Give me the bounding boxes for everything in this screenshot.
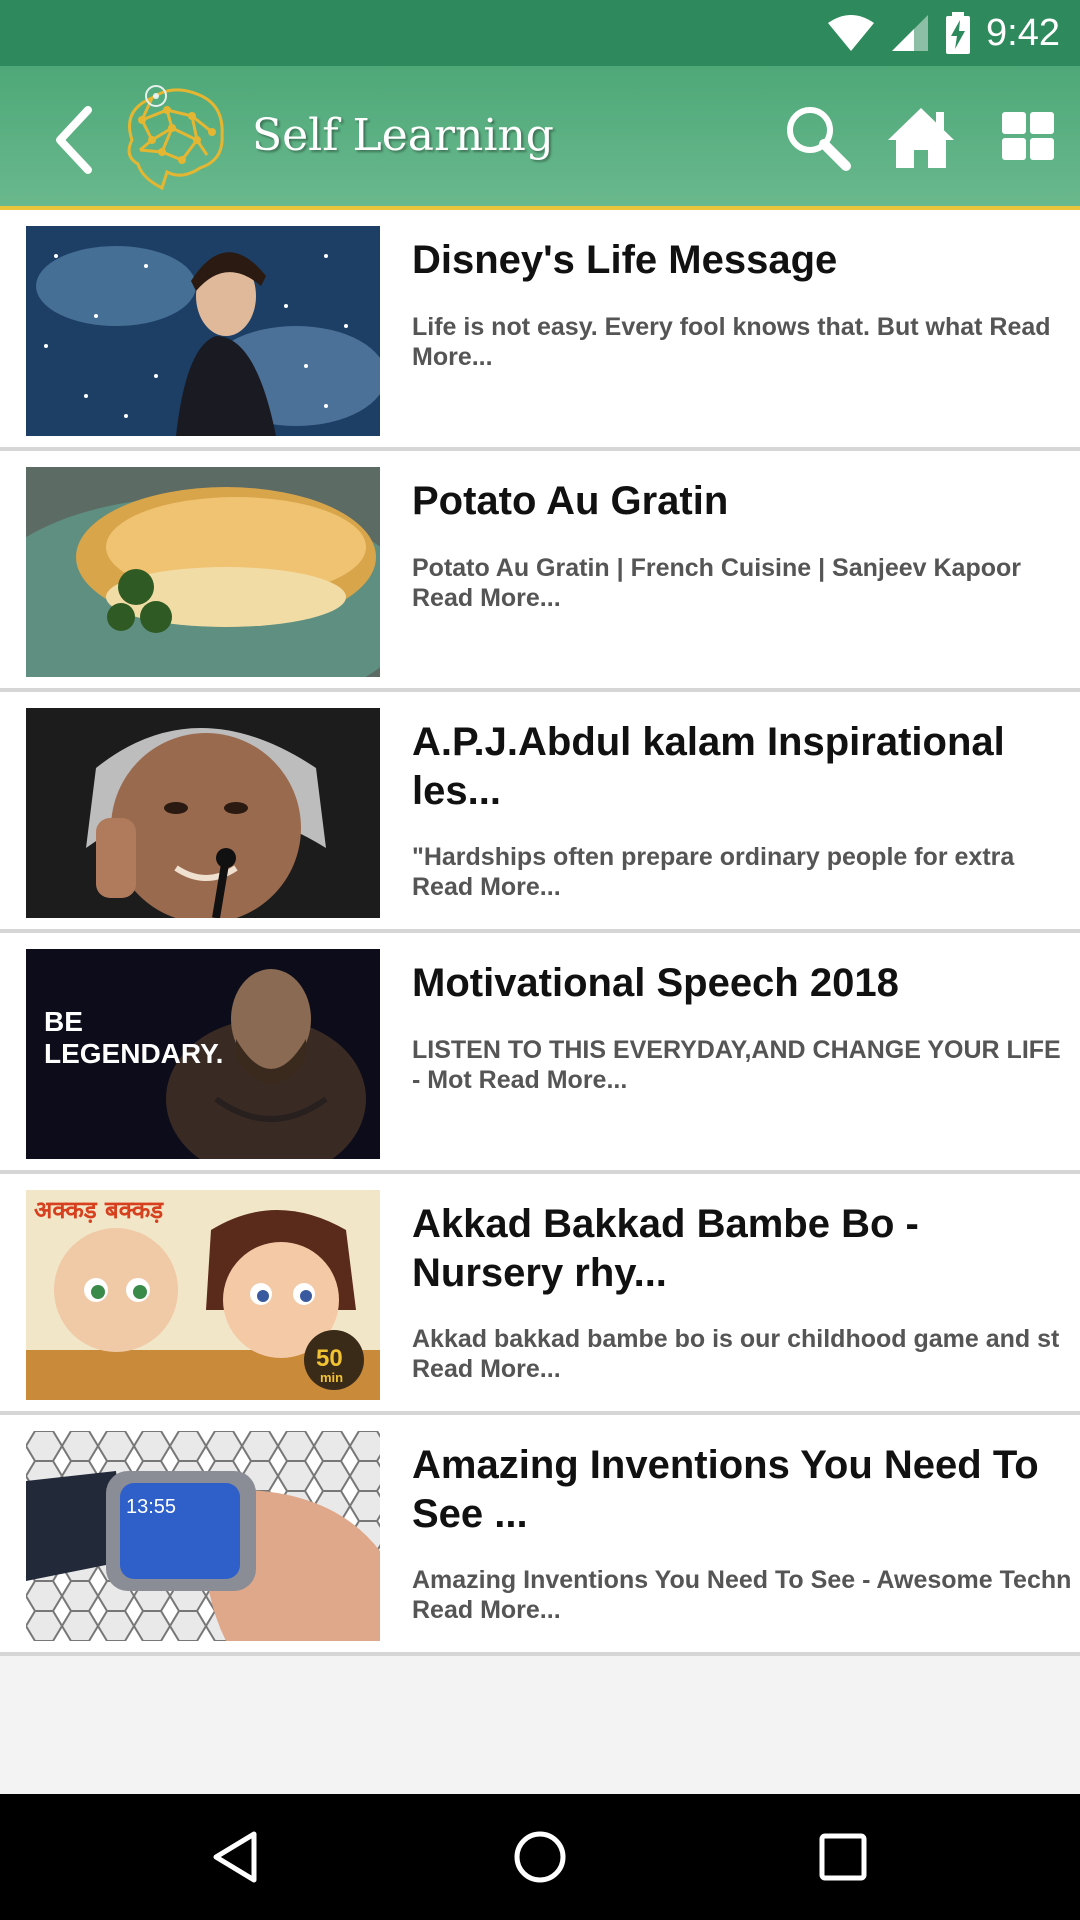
video-thumbnail[interactable]: 13:55 xyxy=(26,1431,380,1641)
thumbnail-text-time: 13:55 xyxy=(126,1496,176,1518)
status-time: 9:42 xyxy=(986,11,1060,54)
video-thumbnail[interactable] xyxy=(26,226,380,436)
nav-back-icon[interactable] xyxy=(202,1822,272,1892)
thumbnail-text-hindi: अक्कड़ बक्कड़ xyxy=(34,1196,164,1224)
home-icon[interactable] xyxy=(884,100,958,174)
video-list: Disney's Life Message Life is not easy. … xyxy=(0,210,1080,1656)
video-thumbnail[interactable] xyxy=(26,467,380,677)
nav-recents-icon[interactable] xyxy=(808,1822,878,1892)
signal-icon xyxy=(892,15,929,51)
video-thumbnail[interactable]: BE LEGENDARY. xyxy=(26,949,380,1159)
item-description: LISTEN TO THIS EVERYDAY,AND CHANGE YOUR … xyxy=(412,1036,1061,1094)
nav-home-icon[interactable] xyxy=(505,1822,575,1892)
video-thumbnail[interactable]: अक्कड़ बक्कड़ 50 min xyxy=(26,1190,380,1400)
item-description: Life is not easy. Every fool knows that.… xyxy=(412,313,1051,371)
thumbnail-text-be: BE xyxy=(44,1006,83,1037)
wifi-icon xyxy=(828,15,875,51)
item-title[interactable]: Amazing Inventions You Need To See ... xyxy=(412,1441,1072,1539)
list-item[interactable]: 13:55 Amazing Inventions You Need To See… xyxy=(0,1415,1080,1656)
item-description: Akkad bakkad bambe bo is our childhood g… xyxy=(412,1325,1060,1383)
thumbnail-text-50: 50 xyxy=(316,1345,343,1372)
list-item[interactable]: Potato Au Gratin Potato Au Gratin | Fren… xyxy=(0,451,1080,692)
item-title[interactable]: Disney's Life Message xyxy=(412,236,1072,285)
item-title[interactable]: Potato Au Gratin xyxy=(412,477,1072,526)
thumbnail-text-min: min xyxy=(320,1370,343,1385)
item-title[interactable]: Motivational Speech 2018 xyxy=(412,959,1072,1008)
item-description: "Hardships often prepare ordinary people… xyxy=(412,843,1015,901)
item-title[interactable]: A.P.J.Abdul kalam Inspirational les... xyxy=(412,718,1072,816)
list-item[interactable]: अक्कड़ बक्कड़ 50 min Akkad Bakkad Bambe … xyxy=(0,1174,1080,1415)
brain-logo-icon xyxy=(127,85,224,190)
item-description: Amazing Inventions You Need To See - Awe… xyxy=(412,1566,1072,1624)
app-bar: Self Learning xyxy=(0,66,1080,210)
list-item[interactable]: BE LEGENDARY. Motivational Speech 2018 L… xyxy=(0,933,1080,1174)
status-bar: 9:42 xyxy=(0,0,1080,66)
list-item[interactable]: Disney's Life Message Life is not easy. … xyxy=(0,210,1080,451)
video-thumbnail[interactable] xyxy=(26,708,380,918)
system-nav-bar xyxy=(0,1794,1080,1920)
item-title[interactable]: Akkad Bakkad Bambe Bo - Nursery rhy... xyxy=(412,1200,1072,1298)
battery-charging-icon xyxy=(946,12,971,54)
thumbnail-text-legendary: LEGENDARY. xyxy=(44,1038,223,1069)
list-item[interactable]: A.P.J.Abdul kalam Inspirational les... "… xyxy=(0,692,1080,933)
item-description: Potato Au Gratin | French Cuisine | Sanj… xyxy=(412,554,1021,612)
search-icon[interactable] xyxy=(780,100,854,174)
back-arrow-icon[interactable] xyxy=(48,100,108,180)
grid-icon[interactable] xyxy=(990,100,1064,174)
app-title: Self Learning xyxy=(252,110,554,161)
